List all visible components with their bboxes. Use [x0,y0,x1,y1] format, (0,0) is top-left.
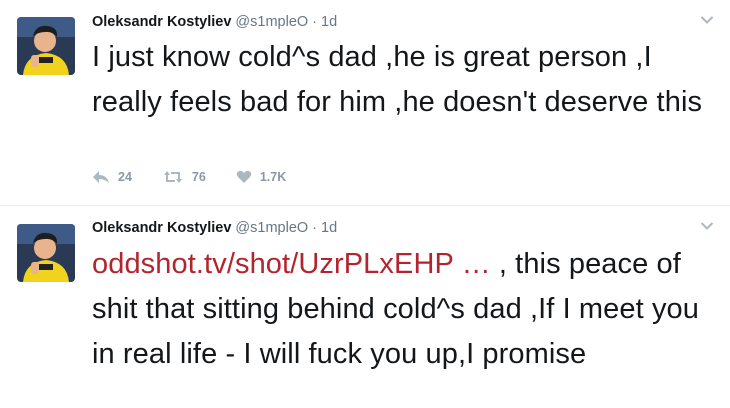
tweet-actions: 24 76 1.7K [92,170,316,184]
tweet-link[interactable]: oddshot.tv/shot/UzrPLxEHP … [92,248,491,280]
retweet-button[interactable]: 76 [162,170,206,184]
tweet-1[interactable]: Oleksandr Kostyliev @s1mpleO · 1d I just kn… [0,0,730,206]
tweet-2[interactable]: Oleksandr Kostyliev @s1mpleO · 1d oddshot.t… [0,206,730,408]
separator-dot: · [312,14,318,30]
tweet-text: oddshot.tv/shot/UzrPLxEHP … , this peace… [92,242,712,377]
reply-icon [93,171,109,183]
author-handle[interactable]: @s1mpleO [235,220,308,236]
reply-count: 24 [118,170,132,184]
like-icon [236,170,252,183]
like-count: 1.7K [259,170,287,184]
avatar[interactable] [17,224,75,282]
tweet-text: I just know cold^s dad ,he is great pers… [92,41,703,118]
timestamp[interactable]: 1d [321,220,337,236]
chevron-down-icon[interactable] [700,15,714,25]
author-handle[interactable]: @s1mpleO [235,14,308,30]
retweet-icon [163,171,182,183]
avatar-image [17,224,75,282]
timestamp[interactable]: 1d [321,14,337,30]
author-name[interactable]: Oleksandr Kostyliev [92,14,231,30]
chevron-down-icon[interactable] [700,221,714,231]
separator-dot: · [312,220,318,236]
tweet-header: Oleksandr Kostyliev @s1mpleO · 1d [92,219,337,237]
retweet-count: 76 [191,170,206,184]
avatar[interactable] [17,17,75,75]
author-name[interactable]: Oleksandr Kostyliev [92,220,231,236]
avatar-image [17,17,75,75]
reply-button[interactable]: 24 [92,170,132,184]
tweet-header: Oleksandr Kostyliev @s1mpleO · 1d [92,13,337,31]
like-button[interactable]: 1.7K [236,170,286,184]
